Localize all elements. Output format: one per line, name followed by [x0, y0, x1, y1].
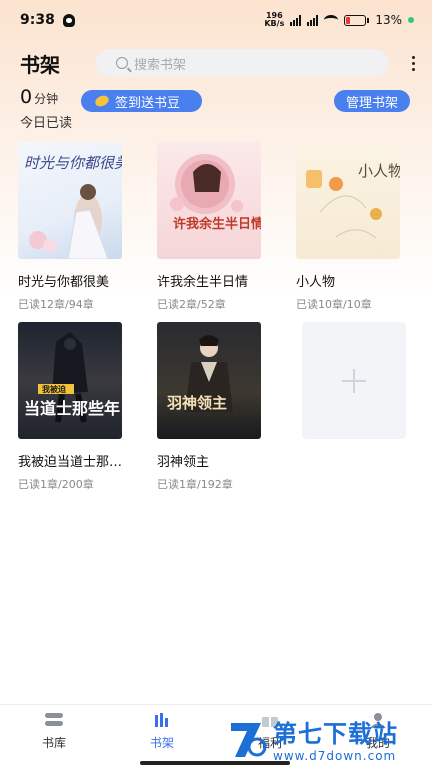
today-read-label: 今日已读	[20, 116, 73, 131]
library-icon	[45, 712, 63, 726]
book-progress: 已读1章/200章	[18, 478, 94, 491]
svg-text:小人物: 小人物	[358, 162, 400, 180]
tab-library[interactable]: 书库	[0, 705, 108, 756]
checkin-button[interactable]: 签到送书豆	[81, 90, 202, 112]
svg-text:羽神领主: 羽神领主	[167, 394, 227, 412]
book-progress: 已读1章/192章	[157, 478, 233, 491]
watermark-logo-icon	[231, 723, 267, 757]
add-book-button[interactable]	[302, 322, 406, 439]
bean-icon	[93, 93, 111, 109]
book-title: 我被迫当道士那…	[18, 455, 123, 470]
tab-bookshelf[interactable]: 书架	[108, 705, 216, 756]
read-time: 0 分钟	[20, 86, 59, 108]
qq-notification-icon	[62, 13, 75, 27]
book-card[interactable]: 许我余生半日情 许我余生半日情 已读2章/52章	[157, 142, 277, 312]
svg-text:我被迫: 我被迫	[42, 384, 66, 394]
book-cover[interactable]: 小人物	[296, 142, 400, 259]
book-cover[interactable]: 羽神领主	[157, 322, 261, 439]
book-title: 小人物	[296, 275, 336, 290]
bookshelf-icon	[155, 712, 168, 727]
watermark-url: www.d7down.com	[273, 748, 397, 763]
plus-icon	[342, 368, 366, 393]
book-progress: 已读10章/10章	[296, 298, 372, 311]
book-title: 时光与你都很美	[18, 275, 110, 290]
wifi-icon	[324, 15, 339, 25]
watermark-title: 第七下载站	[273, 719, 398, 748]
book-cover[interactable]: 我被迫 当道士那些年	[18, 322, 122, 439]
signal-icon	[290, 14, 302, 26]
network-speed: 196 KB/s	[264, 11, 285, 28]
active-dot-icon	[408, 17, 414, 23]
svg-text:时光与你都很美: 时光与你都很美	[24, 154, 122, 172]
app-header: 书架 搜索书架	[0, 40, 432, 86]
book-card[interactable]: 羽神领主 羽神领主 已读1章/192章	[157, 322, 277, 492]
book-cover[interactable]: 许我余生半日情	[157, 142, 261, 259]
book-card[interactable]: 时光与你都很美 时光与你都很美 已读12章/94章	[18, 142, 138, 312]
manage-shelf-button[interactable]: 管理书架	[334, 90, 410, 112]
search-placeholder: 搜索书架	[134, 57, 187, 73]
svg-text:当道士那些年: 当道士那些年	[24, 399, 120, 418]
page-title: 书架	[20, 52, 60, 77]
more-options-icon[interactable]	[410, 55, 416, 71]
search-icon	[116, 57, 128, 69]
status-bar: 9:38 196 KB/s 13%	[0, 0, 432, 40]
reading-stats: 0 分钟 今日已读 签到送书豆 管理书架	[0, 86, 432, 131]
book-progress: 已读2章/52章	[157, 298, 226, 311]
site-watermark: 第七下载站 www.d7down.com	[227, 708, 432, 768]
book-cover[interactable]: 时光与你都很美	[18, 142, 122, 259]
battery-percent: 13%	[375, 13, 402, 27]
search-input[interactable]: 搜索书架	[96, 49, 388, 77]
status-time: 9:38	[20, 12, 55, 28]
book-title: 羽神领主	[157, 455, 210, 470]
book-card[interactable]: 我被迫 当道士那些年 我被迫当道士那… 已读1章/200章	[18, 322, 138, 492]
book-title: 许我余生半日情	[157, 275, 249, 290]
battery-icon	[344, 14, 370, 26]
signal-2-icon	[307, 14, 319, 26]
svg-text:许我余生半日情: 许我余生半日情	[173, 216, 261, 232]
book-progress: 已读12章/94章	[18, 298, 94, 311]
book-card[interactable]: 小人物 小人物 已读10章/10章	[296, 142, 416, 312]
